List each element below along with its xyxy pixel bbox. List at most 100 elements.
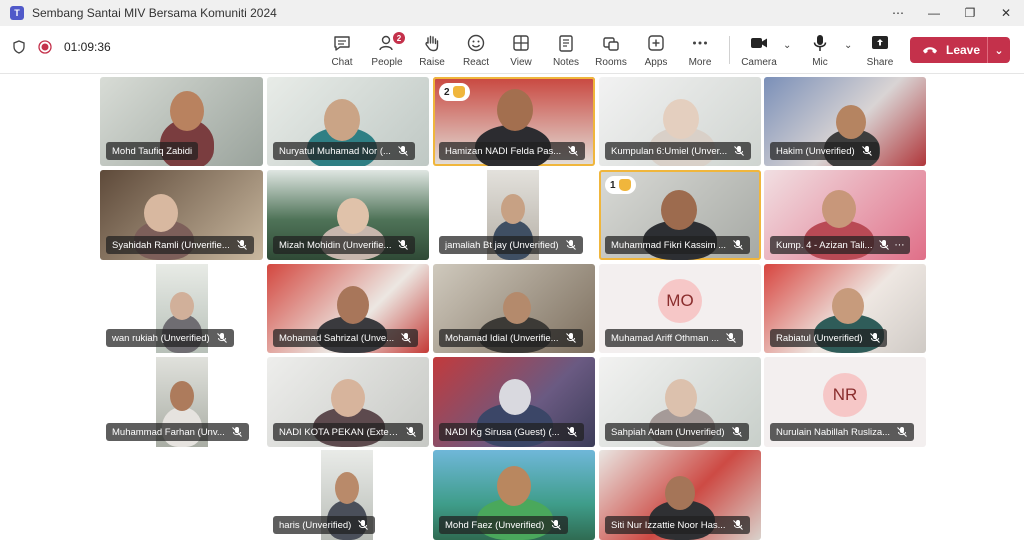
rooms-button[interactable]: Rooms <box>589 30 633 70</box>
participant-tile[interactable]: Siti Nur Izzattie Noor Has... <box>599 450 761 540</box>
more-button[interactable]: More <box>678 30 722 70</box>
chat-button[interactable]: Chat <box>320 30 364 70</box>
participant-tile[interactable]: wan rukiah (Unverified) <box>100 264 263 353</box>
participant-tile[interactable]: jamaliah Bt jay (Unverified) <box>433 170 595 260</box>
chat-label: Chat <box>331 57 353 68</box>
participant-name-tag: Kumpulan 6:Umiel (Unver... <box>605 142 752 160</box>
video-grid: Mohd Taufiq Zabidi Nuryatul Muhamad Nor … <box>0 74 1024 542</box>
apps-button[interactable]: Apps <box>634 30 678 70</box>
participant-name-tag: Muhammad Fikri Kassim ... <box>605 236 751 254</box>
participant-name: Sahpiah Adam (Unverified) <box>611 426 725 438</box>
leave-button[interactable]: Leave ⌄ <box>910 37 1010 63</box>
restore-icon[interactable]: ❐ <box>952 0 988 26</box>
rooms-icon <box>603 37 619 51</box>
title-bar: T Sembang Santai MIV Bersama Komuniti 20… <box>0 0 1024 26</box>
participant-tile[interactable]: NADI Kg Sirusa (Guest) (... <box>433 357 595 447</box>
camera-button[interactable]: Camera <box>737 30 781 70</box>
raise-hand-button[interactable]: Raise <box>410 30 454 70</box>
rooms-label: Rooms <box>595 57 627 68</box>
add-apps-icon <box>648 35 664 51</box>
participant-tile[interactable]: 2 Hamizan NADI Felda Pas... <box>433 77 595 166</box>
meeting-timer: 01:09:36 <box>64 40 111 54</box>
participant-tile[interactable]: Nuryatul Muhamad Nor (... <box>267 77 429 166</box>
participant-tile[interactable]: Mohd Faez (Unverified) <box>433 450 595 540</box>
participant-tile[interactable]: Mizah Mohidin (Unverifie... <box>267 170 429 260</box>
microphone-icon <box>813 35 827 51</box>
participant-name: Hamizan NADI Felda Pas... <box>445 145 562 157</box>
notes-icon <box>559 35 573 52</box>
participant-name: haris (Unverified) <box>279 519 352 531</box>
participant-name: Nuryatul Muhamad Nor (... <box>279 145 391 157</box>
participant-name: Rabiatul (Unverified) <box>776 332 863 344</box>
raised-hand-badge: 1 <box>605 176 636 194</box>
participant-tile[interactable]: Mohamad Sahrizal (Unve... <box>267 264 429 353</box>
view-button[interactable]: View <box>499 30 543 70</box>
camera-icon <box>751 38 767 48</box>
toolbar-divider <box>729 36 730 64</box>
participant-name-tag: Nurulain Nabillah Rusliza... <box>770 423 915 441</box>
participant-name: Mohamad Idial (Unverifie... <box>445 332 559 344</box>
raised-hand-badge: 2 <box>439 83 470 101</box>
mic-button[interactable]: Mic <box>798 30 842 70</box>
shield-icon[interactable] <box>12 40 26 54</box>
camera-options-chevron-icon[interactable]: ⌄ <box>783 40 791 51</box>
raised-hand-icon <box>452 86 465 98</box>
close-icon[interactable]: ✕ <box>988 0 1024 26</box>
meeting-status: 01:09:36 <box>12 40 111 54</box>
participant-tile[interactable]: Rabiatul (Unverified) <box>764 264 926 353</box>
minimize-icon[interactable]: — <box>916 0 952 26</box>
react-button[interactable]: React <box>454 30 498 70</box>
more-options-icon[interactable]: ⋯ <box>880 0 916 26</box>
share-label: Share <box>866 57 894 68</box>
participant-name-tag: NADI KOTA PEKAN (Exter... <box>273 423 423 441</box>
people-count-badge: 2 <box>393 32 405 44</box>
muted-mic-icon <box>231 427 242 437</box>
raised-hand-icon <box>618 179 631 191</box>
participant-name-tag: NADI Kg Sirusa (Guest) (... <box>439 423 584 441</box>
notes-label: Notes <box>552 57 580 68</box>
window-controls: ⋯ — ❐ ✕ <box>880 0 1024 26</box>
participant-tile[interactable]: Hakim (Unverified) <box>764 77 926 166</box>
mic-options-chevron-icon[interactable]: ⌄ <box>844 40 852 51</box>
participant-tile[interactable]: NR Nurulain Nabillah Rusliza... <box>764 357 926 447</box>
mic-label: Mic <box>812 57 828 68</box>
view-label: View <box>510 57 532 68</box>
tile-more-options-icon[interactable]: ⋯ <box>894 240 904 251</box>
muted-mic-icon <box>358 520 369 530</box>
participant-tile[interactable]: Mohamad Idial (Unverifie... <box>433 264 595 353</box>
participant-tile[interactable]: Mohd Taufiq Zabidi <box>100 77 263 166</box>
muted-mic-icon <box>216 333 227 343</box>
participant-name: Mohamad Sahrizal (Unve... <box>279 332 395 344</box>
participant-name-tag: Nuryatul Muhamad Nor (... <box>273 142 415 160</box>
muted-mic-icon <box>733 240 743 250</box>
participant-tile[interactable]: Muhammad Farhan (Unv... <box>100 357 263 447</box>
muted-mic-icon <box>732 520 743 530</box>
people-button[interactable]: 2 People <box>365 30 409 70</box>
participant-tile[interactable]: Kumpulan 6:Umiel (Unver... <box>599 77 761 166</box>
more-label: More <box>688 57 712 68</box>
participant-avatar: NR <box>823 372 867 417</box>
leave-main-button[interactable]: Leave <box>910 37 988 63</box>
participant-name: Kump. 4 - Azizan Tali... <box>776 239 873 251</box>
participant-tile[interactable]: 1 Muhammad Fikri Kassim ... <box>599 170 761 260</box>
participant-tile[interactable]: Syahidah Ramli (Unverifie... <box>100 170 263 260</box>
participant-name-tag: Sahpiah Adam (Unverified) <box>605 423 749 441</box>
participant-tile[interactable]: MO Muhamad Ariff Othman ... <box>599 264 761 353</box>
window-title: Sembang Santai MIV Bersama Komuniti 2024 <box>32 6 277 20</box>
participant-name: NADI Kg Sirusa (Guest) (... <box>445 426 560 438</box>
teams-icon: T <box>10 6 24 20</box>
muted-mic-icon <box>861 146 872 156</box>
participant-tile[interactable]: haris (Unverified) <box>267 450 429 540</box>
notes-button[interactable]: Notes <box>544 30 588 70</box>
participant-tile[interactable]: Kump. 4 - Azizan Tali... ⋯ <box>764 170 926 260</box>
participant-name-tag: Siti Nur Izzattie Noor Has... <box>605 516 750 534</box>
chat-icon <box>334 36 350 51</box>
participant-tile[interactable]: NADI KOTA PEKAN (Exter... <box>267 357 429 447</box>
participant-name: Nurulain Nabillah Rusliza... <box>776 426 891 438</box>
leave-label: Leave <box>946 43 981 57</box>
share-button[interactable]: Share <box>858 30 902 70</box>
participant-name-tag: Mohamad Sahrizal (Unve... <box>273 329 419 347</box>
participant-tile[interactable]: Sahpiah Adam (Unverified) <box>599 357 761 447</box>
leave-options-chevron-icon[interactable]: ⌄ <box>988 44 1010 57</box>
participant-name: Kumpulan 6:Umiel (Unver... <box>611 145 728 157</box>
